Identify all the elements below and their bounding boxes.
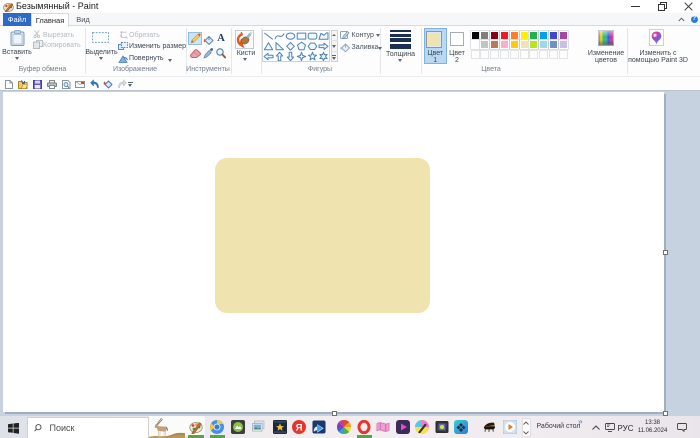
svg-text:Я: Я [296,422,303,433]
